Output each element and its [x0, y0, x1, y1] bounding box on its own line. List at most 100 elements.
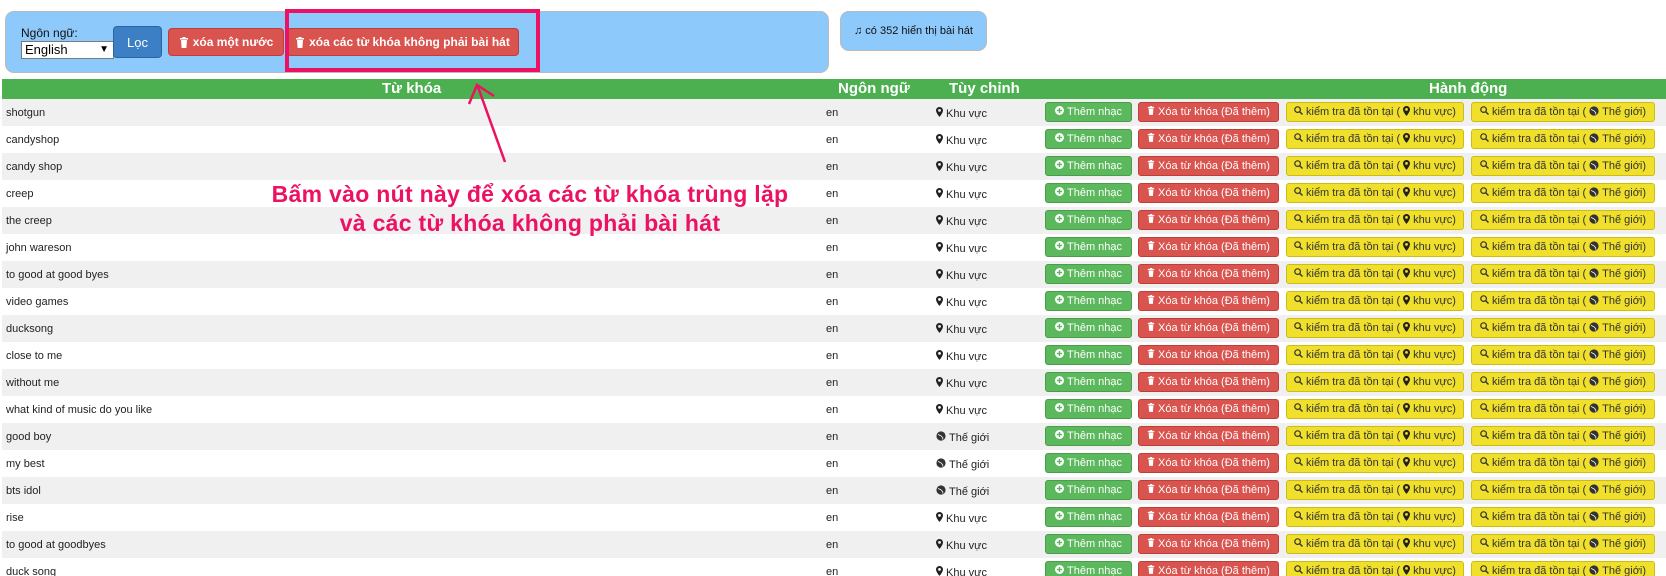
table-row: video games en Khu vực Thêm nhạc Xóa từ khóa… — [2, 288, 1666, 315]
check-region-button[interactable]: kiểm tra đã tồn tại (khu vực) — [1286, 291, 1464, 311]
add-music-button[interactable]: Thêm nhạc — [1045, 480, 1132, 500]
delete-keyword-button[interactable]: Xóa từ khóa (Đã thêm) — [1138, 183, 1279, 203]
map-marker-icon — [936, 296, 943, 309]
add-music-button[interactable]: Thêm nhạc — [1045, 210, 1132, 230]
delete-keyword-label: Xóa từ khóa (Đã thêm) — [1158, 511, 1270, 523]
delete-keyword-button[interactable]: Xóa từ khóa (Đã thêm) — [1138, 291, 1279, 311]
add-music-button[interactable]: Thêm nhạc — [1045, 156, 1132, 176]
check-region-button[interactable]: kiểm tra đã tồn tại (khu vực) — [1286, 129, 1464, 149]
check-region-button[interactable]: kiểm tra đã tồn tại (khu vực) — [1286, 507, 1464, 527]
add-music-button[interactable]: Thêm nhạc — [1045, 264, 1132, 284]
delete-keyword-button[interactable]: Xóa từ khóa (Đã thêm) — [1138, 480, 1279, 500]
table-row: shotgun en Khu vực Thêm nhạc Xóa từ khóa (Đã… — [2, 99, 1666, 126]
check-world-button[interactable]: kiểm tra đã tồn tại (Thế giới) — [1471, 345, 1655, 365]
check-region-button[interactable]: kiểm tra đã tồn tại (khu vực) — [1286, 399, 1464, 419]
add-music-button[interactable]: Thêm nhạc — [1045, 561, 1132, 576]
check-world-button[interactable]: kiểm tra đã tồn tại (Thế giới) — [1471, 129, 1655, 149]
delete-keyword-button[interactable]: Xóa từ khóa (Đã thêm) — [1138, 102, 1279, 122]
check-world-button[interactable]: kiểm tra đã tồn tại (Thế giới) — [1471, 561, 1655, 576]
check-world-button[interactable]: kiểm tra đã tồn tại (Thế giới) — [1471, 291, 1655, 311]
add-music-button[interactable]: Thêm nhạc — [1045, 507, 1132, 527]
check-region-button[interactable]: kiểm tra đã tồn tại (khu vực) — [1286, 183, 1464, 203]
delete-keyword-button[interactable]: Xóa từ khóa (Đã thêm) — [1138, 345, 1279, 365]
delete-keyword-button[interactable]: Xóa từ khóa (Đã thêm) — [1138, 129, 1279, 149]
header-language: Ngôn ngữ — [838, 80, 910, 97]
delete-keyword-button[interactable]: Xóa từ khóa (Đã thêm) — [1138, 561, 1279, 576]
delete-keyword-button[interactable]: Xóa từ khóa (Đã thêm) — [1138, 318, 1279, 338]
add-music-button[interactable]: Thêm nhạc — [1045, 426, 1132, 446]
check-world-button[interactable]: kiểm tra đã tồn tại (Thế giới) — [1471, 453, 1655, 473]
check-region-button[interactable]: kiểm tra đã tồn tại (khu vực) — [1286, 372, 1464, 392]
language-select[interactable]: English ▼ — [21, 41, 114, 59]
scope-label: Khu vực — [946, 188, 987, 201]
check-region-button[interactable]: kiểm tra đã tồn tại (khu vực) — [1286, 318, 1464, 338]
count-badge-text: có 352 hiển thị bài hát — [865, 25, 973, 37]
check-world-tail: Thế giới) — [1602, 511, 1647, 523]
add-music-button[interactable]: Thêm nhạc — [1045, 183, 1132, 203]
check-region-button[interactable]: kiểm tra đã tồn tại (khu vực) — [1286, 102, 1464, 122]
trash-icon — [1147, 484, 1155, 496]
map-marker-icon — [1403, 429, 1411, 443]
add-music-button[interactable]: Thêm nhạc — [1045, 318, 1132, 338]
delete-keyword-button[interactable]: Xóa từ khóa (Đã thêm) — [1138, 264, 1279, 284]
check-world-label: kiểm tra đã tồn tại ( — [1491, 538, 1587, 550]
delete-keyword-button[interactable]: Xóa từ khóa (Đã thêm) — [1138, 399, 1279, 419]
check-world-button[interactable]: kiểm tra đã tồn tại (Thế giới) — [1471, 237, 1655, 257]
check-world-button[interactable]: kiểm tra đã tồn tại (Thế giới) — [1471, 318, 1655, 338]
trash-icon — [1147, 538, 1155, 550]
scope-label: Khu vực — [946, 107, 987, 120]
delete-one-button[interactable]: xóa một nước — [168, 28, 284, 56]
trash-icon — [1147, 430, 1155, 442]
add-music-button[interactable]: Thêm nhạc — [1045, 534, 1132, 554]
check-world-button[interactable]: kiểm tra đã tồn tại (Thế giới) — [1471, 210, 1655, 230]
map-marker-icon — [936, 539, 943, 552]
delete-keyword-button[interactable]: Xóa từ khóa (Đã thêm) — [1138, 156, 1279, 176]
check-region-button[interactable]: kiểm tra đã tồn tại (khu vực) — [1286, 561, 1464, 576]
globe-icon — [1589, 510, 1599, 524]
check-region-button[interactable]: kiểm tra đã tồn tại (khu vực) — [1286, 426, 1464, 446]
check-world-button[interactable]: kiểm tra đã tồn tại (Thế giới) — [1471, 372, 1655, 392]
check-world-button[interactable]: kiểm tra đã tồn tại (Thế giới) — [1471, 426, 1655, 446]
scope-cell: Khu vực — [936, 188, 987, 201]
delete-keyword-button[interactable]: Xóa từ khóa (Đã thêm) — [1138, 507, 1279, 527]
check-region-button[interactable]: kiểm tra đã tồn tại (khu vực) — [1286, 345, 1464, 365]
check-region-button[interactable]: kiểm tra đã tồn tại (khu vực) — [1286, 480, 1464, 500]
check-region-button[interactable]: kiểm tra đã tồn tại (khu vực) — [1286, 237, 1464, 257]
language-cell: en — [826, 323, 839, 335]
keyword-table: Từ khóa Ngôn ngữ Tùy chỉnh Hành động sho… — [2, 79, 1666, 576]
check-region-button[interactable]: kiểm tra đã tồn tại (khu vực) — [1286, 156, 1464, 176]
add-music-button[interactable]: Thêm nhạc — [1045, 345, 1132, 365]
add-music-button[interactable]: Thêm nhạc — [1045, 399, 1132, 419]
check-world-button[interactable]: kiểm tra đã tồn tại (Thế giới) — [1471, 102, 1655, 122]
check-world-button[interactable]: kiểm tra đã tồn tại (Thế giới) — [1471, 534, 1655, 554]
trash-icon — [1147, 160, 1155, 172]
add-music-button[interactable]: Thêm nhạc — [1045, 372, 1132, 392]
check-world-button[interactable]: kiểm tra đã tồn tại (Thế giới) — [1471, 507, 1655, 527]
check-world-button[interactable]: kiểm tra đã tồn tại (Thế giới) — [1471, 399, 1655, 419]
table-row: my best en Thế giới Thêm nhạc Xóa từ khóa (Đ… — [2, 450, 1666, 477]
search-icon — [1294, 565, 1303, 576]
check-region-button[interactable]: kiểm tra đã tồn tại (khu vực) — [1286, 264, 1464, 284]
add-music-button[interactable]: Thêm nhạc — [1045, 129, 1132, 149]
add-music-button[interactable]: Thêm nhạc — [1045, 291, 1132, 311]
check-region-button[interactable]: kiểm tra đã tồn tại (khu vực) — [1286, 534, 1464, 554]
add-music-button[interactable]: Thêm nhạc — [1045, 237, 1132, 257]
check-region-button[interactable]: kiểm tra đã tồn tại (khu vực) — [1286, 210, 1464, 230]
delete-keyword-button[interactable]: Xóa từ khóa (Đã thêm) — [1138, 534, 1279, 554]
check-world-button[interactable]: kiểm tra đã tồn tại (Thế giới) — [1471, 156, 1655, 176]
check-region-button[interactable]: kiểm tra đã tồn tại (khu vực) — [1286, 453, 1464, 473]
add-music-label: Thêm nhạc — [1066, 268, 1123, 280]
add-music-button[interactable]: Thêm nhạc — [1045, 102, 1132, 122]
delete-keyword-button[interactable]: Xóa từ khóa (Đã thêm) — [1138, 210, 1279, 230]
delete-keyword-button[interactable]: Xóa từ khóa (Đã thêm) — [1138, 237, 1279, 257]
delete-keyword-button[interactable]: Xóa từ khóa (Đã thêm) — [1138, 453, 1279, 473]
delete-keyword-button[interactable]: Xóa từ khóa (Đã thêm) — [1138, 372, 1279, 392]
filter-button[interactable]: Lọc — [113, 26, 162, 58]
check-world-button[interactable]: kiểm tra đã tồn tại (Thế giới) — [1471, 480, 1655, 500]
check-world-label: kiểm tra đã tồn tại ( — [1491, 403, 1587, 415]
delete-keyword-button[interactable]: Xóa từ khóa (Đã thêm) — [1138, 426, 1279, 446]
check-world-button[interactable]: kiểm tra đã tồn tại (Thế giới) — [1471, 183, 1655, 203]
map-marker-icon — [1403, 456, 1411, 470]
add-music-button[interactable]: Thêm nhạc — [1045, 453, 1132, 473]
check-world-button[interactable]: kiểm tra đã tồn tại (Thế giới) — [1471, 264, 1655, 284]
